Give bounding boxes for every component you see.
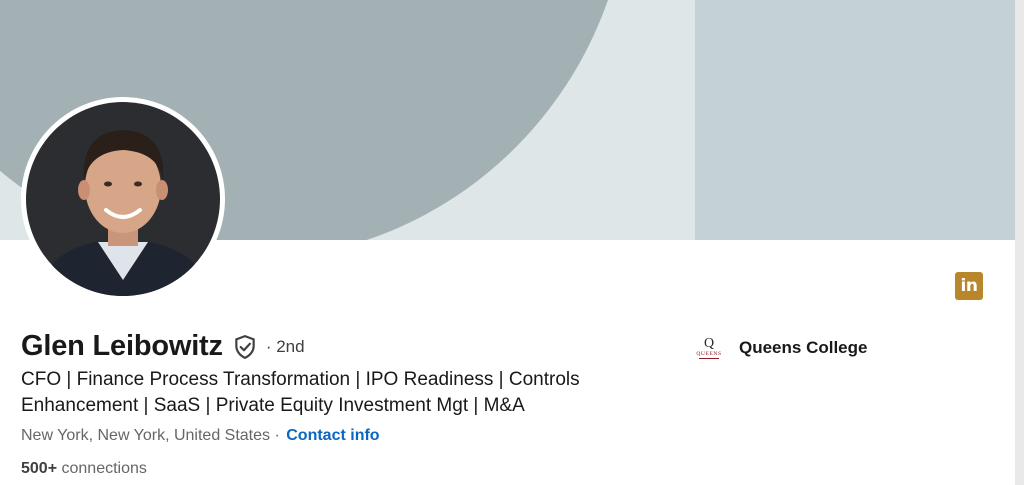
linkedin-icon[interactable]: in [955,272,983,300]
svg-text:Q: Q [704,336,714,351]
name-row: Glen Leibowitz · 2nd [21,330,305,363]
headline-line-1: CFO | Finance Process Transformation | I… [21,369,580,390]
connections-count[interactable]: 500+ connections [21,460,147,478]
connections-number: 500+ [21,460,58,477]
scrollbar-track[interactable] [1015,0,1024,485]
queens-college-logo: Q QUEENS [696,336,721,359]
banner-panel-shape [695,0,1015,240]
connections-label: connections [61,460,147,477]
linkedin-icon-text: in [960,276,978,296]
profile-location: New York, New York, United States · [21,427,280,444]
verified-shield-icon[interactable] [232,334,258,360]
avatar-photo [26,102,220,296]
headline-line-2: Enhancement | SaaS | Private Equity Inve… [21,395,525,416]
profile-headline: CFO | Finance Process Transformation | I… [21,367,661,419]
contact-info-link[interactable]: Contact info [286,427,379,444]
profile-card: in Glen Leibowitz · 2nd CFO | Finance Pr… [0,0,1024,485]
profile-name: Glen Leibowitz [21,330,223,362]
connection-degree: · 2nd [265,336,305,356]
svg-text:QUEENS: QUEENS [696,351,721,357]
location-row: New York, New York, United States · Cont… [21,427,380,445]
education-entry[interactable]: Q QUEENS Queens College [691,333,867,363]
school-name: Queens College [739,338,868,357]
profile-avatar[interactable] [21,97,225,301]
